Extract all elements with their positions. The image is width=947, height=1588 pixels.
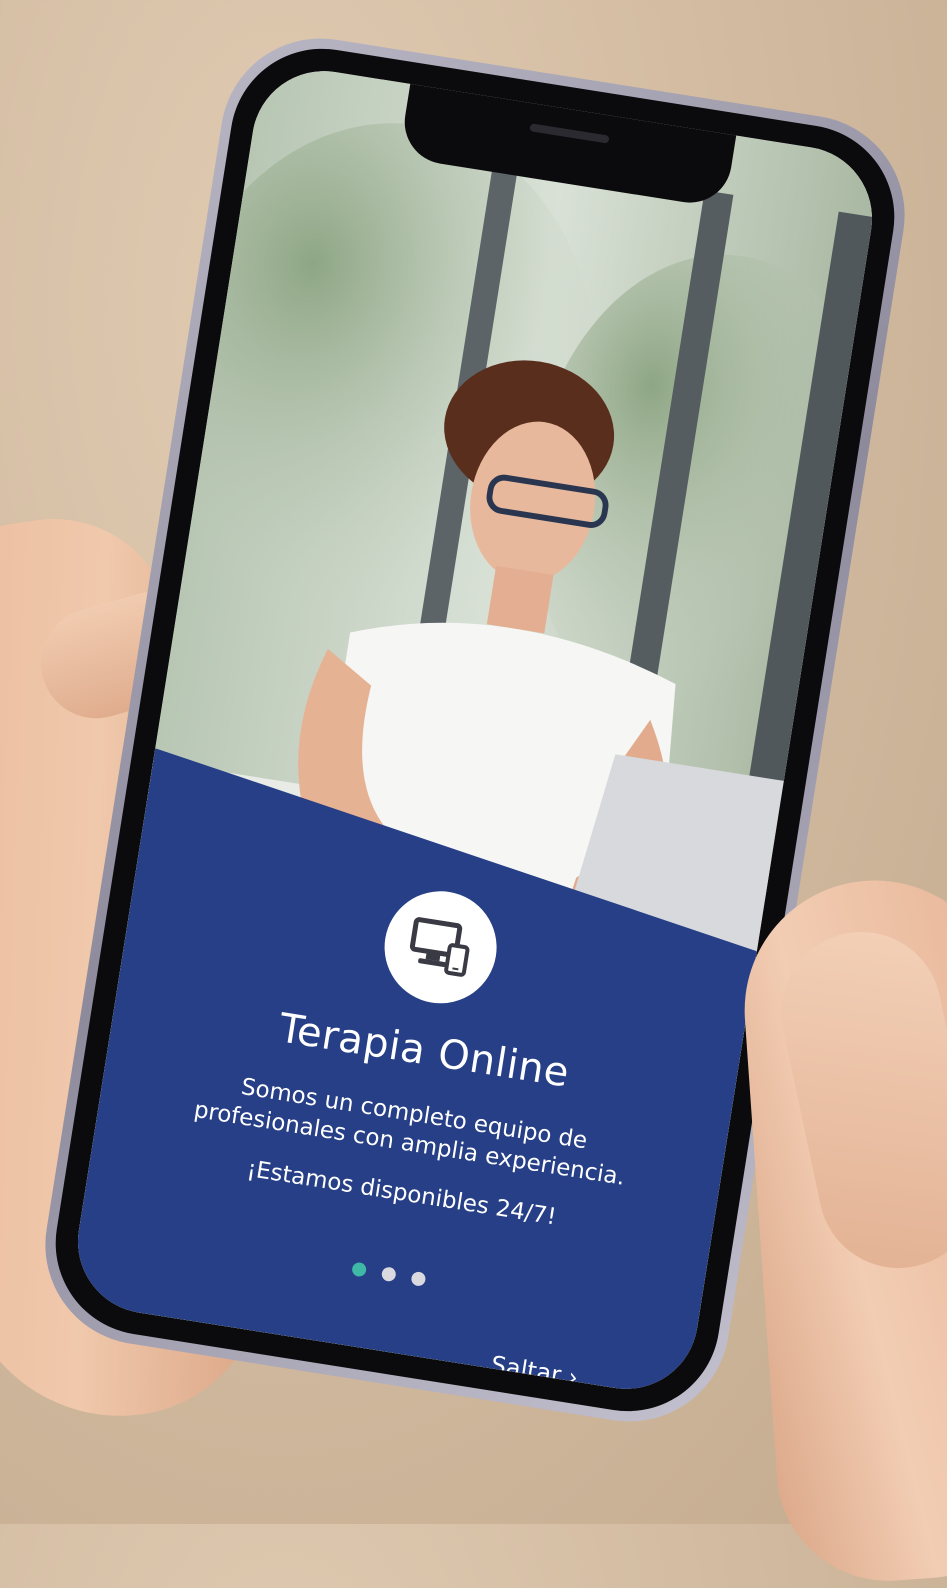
pagination-dot-1[interactable] xyxy=(351,1261,368,1278)
pagination-dot-3[interactable] xyxy=(410,1270,427,1287)
pagination-dot-2[interactable] xyxy=(380,1266,397,1283)
monitor-and-phone-icon xyxy=(409,917,470,977)
earpiece-speaker xyxy=(529,123,610,144)
